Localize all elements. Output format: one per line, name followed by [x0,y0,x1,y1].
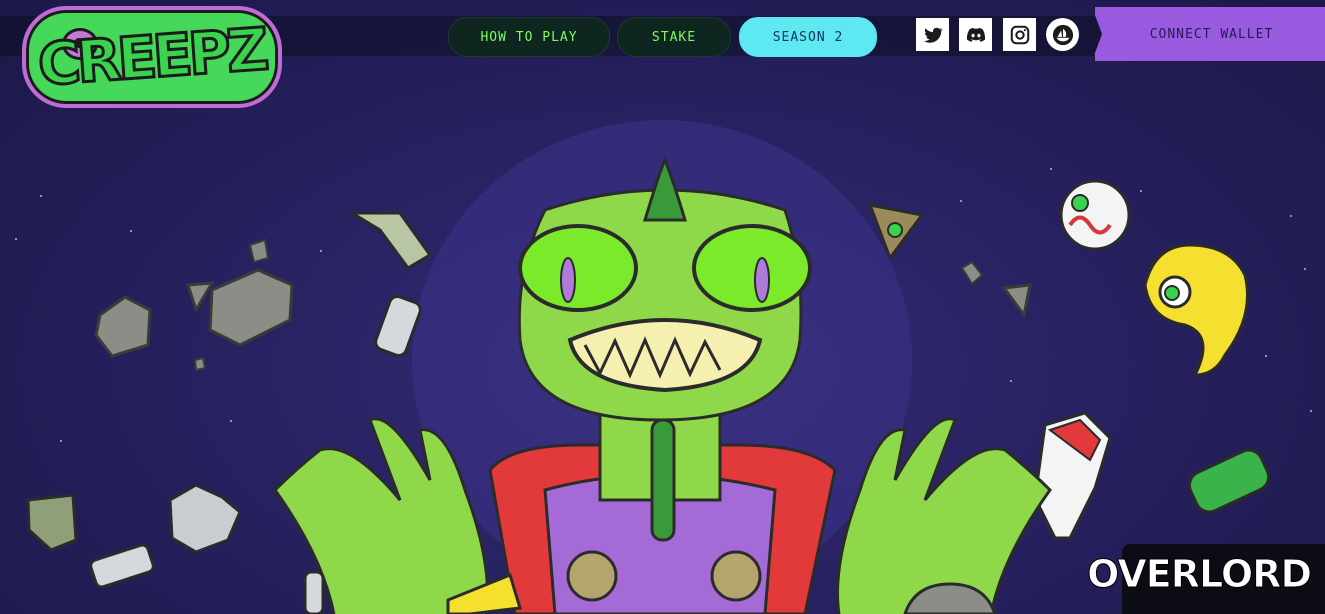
rock [1001,283,1032,319]
rock [208,268,294,347]
battery [1187,448,1271,514]
nav-stake[interactable]: STAKE [617,17,731,57]
rock [193,356,207,372]
connect-wallet-button[interactable]: CONNECT WALLET [1092,7,1325,61]
discord-icon [966,27,985,42]
hex-crate [168,483,242,554]
rock [248,238,270,264]
instagram-icon [1010,25,1029,44]
nav-how-to-play[interactable]: HOW TO PLAY [448,17,610,57]
site-logo[interactable]: CREEPZ [22,6,282,108]
rock [94,295,152,358]
rock [960,260,984,286]
overlord-logo: OVERLORD [1087,552,1313,597]
rocket [303,570,325,614]
discord-link[interactable] [959,18,992,51]
nav-season-2[interactable]: SEASON 2 [739,17,877,57]
cup [26,493,78,552]
rock [185,281,215,314]
opensea-icon [1052,24,1073,45]
twitter-link[interactable] [916,18,949,51]
yellow-bird [1143,243,1249,377]
eyeball [1059,179,1131,251]
twitter-icon [923,27,943,43]
instagram-link[interactable] [1003,18,1036,51]
opensea-link[interactable] [1046,18,1079,51]
logo-text: CREEPZ [35,14,269,101]
device [89,543,155,589]
money-bill [346,211,433,270]
